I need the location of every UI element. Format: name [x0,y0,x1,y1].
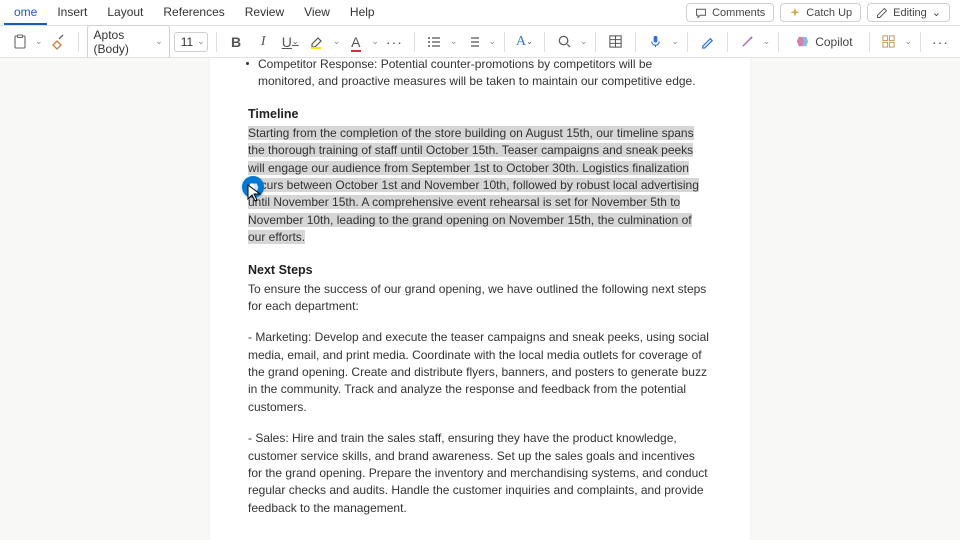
search-icon [557,34,572,49]
chevron-down-icon[interactable]: ⌄ [333,36,341,47]
separator [635,32,636,52]
heading-timeline[interactable]: Timeline [248,107,712,121]
designer-button[interactable] [736,29,759,55]
more-font-button[interactable]: ··· [383,29,406,55]
table-icon [608,34,623,49]
bold-button[interactable]: B [225,29,248,55]
bullet-item[interactable]: Competitor Response: Potential counter‑p… [248,58,712,91]
separator [544,32,545,52]
bullets-button[interactable] [423,29,446,55]
font-family-select[interactable]: Aptos (Body) ⌄ [87,25,170,59]
bullet-list-icon [426,34,442,50]
chevron-down-icon[interactable]: ⌄ [450,36,458,47]
separator [78,32,79,52]
tab-home[interactable]: ome [4,1,47,25]
tab-layout[interactable]: Layout [97,1,153,25]
copilot-floating-bubble[interactable] [242,176,264,198]
separator [778,32,779,52]
paragraph-timeline[interactable]: Starting from the completion of the stor… [248,125,712,247]
separator [595,32,596,52]
format-painter-button[interactable] [47,29,70,55]
chevron-down-icon[interactable]: ⌄ [904,36,912,47]
menu-bar: ome Insert Layout References Review View… [0,0,960,26]
font-color-button[interactable]: A [344,29,367,55]
chevron-down-icon[interactable]: ⌄ [671,36,679,47]
dictate-button[interactable] [644,29,667,55]
tab-help[interactable]: Help [340,1,385,25]
comments-button[interactable]: Comments [686,3,774,22]
document-page[interactable]: Competitor Response: Potential counter‑p… [210,58,750,540]
find-button[interactable] [553,29,576,55]
font-size-value: 11 [181,35,193,49]
editing-mode-button[interactable]: Editing ⌄ [867,3,950,22]
chevron-down-icon[interactable]: ⌄ [488,36,496,47]
italic-button[interactable]: I [252,29,275,55]
catchup-label: Catch Up [806,7,852,19]
copilot-icon [795,34,810,49]
paragraph-next-intro[interactable]: To ensure the success of our grand openi… [248,281,712,316]
bullet-text: Competitor Response: Potential counter‑p… [258,58,696,88]
clipboard-icon [12,34,28,50]
grid-icon [881,34,896,49]
numbered-list-icon [465,34,481,50]
highlight-color-button[interactable] [306,29,329,55]
copilot-label: Copilot [815,35,852,49]
chevron-down-icon: ⌄ [197,36,205,47]
more-toolbar-button[interactable]: ··· [929,29,952,55]
chevron-down-icon: ⌄ [155,36,163,47]
brush-icon [50,34,66,50]
table-button[interactable] [604,29,627,55]
separator [920,32,921,52]
menu-tabs: ome Insert Layout References Review View… [4,1,385,25]
comment-icon [695,7,707,19]
separator [687,32,688,52]
chevron-down-icon[interactable]: ⌄ [35,36,43,47]
sparkle-icon [789,7,801,19]
separator [504,32,505,52]
underline-button[interactable]: U ⌄ [279,29,302,55]
chevron-down-icon: ⌄ [932,6,941,19]
tab-insert[interactable]: Insert [47,1,97,25]
toolbar: ⌄ Aptos (Body) ⌄ 11 ⌄ B I U ⌄ ⌄ A ⌄ ··· … [0,26,960,58]
comments-label: Comments [712,7,765,19]
separator [414,32,415,52]
tab-review[interactable]: Review [235,1,294,25]
separator [216,32,217,52]
addins-button[interactable] [877,29,900,55]
document-canvas[interactable]: Competitor Response: Potential counter‑p… [0,58,960,540]
separator [869,32,870,52]
numbering-button[interactable] [461,29,484,55]
menu-right-actions: Comments Catch Up Editing ⌄ [686,3,956,22]
chevron-down-icon[interactable]: ⌄ [763,36,771,47]
copilot-button[interactable]: Copilot [787,32,860,51]
chevron-down-icon[interactable]: ⌄ [371,36,379,47]
editor-button[interactable] [696,29,719,55]
paragraph-marketing[interactable]: - Marketing: Develop and execute the tea… [248,329,712,416]
catchup-button[interactable]: Catch Up [780,3,861,22]
highlighter-icon [309,34,325,50]
editor-pen-icon [700,34,715,49]
chevron-down-icon[interactable]: ⌄ [580,36,588,47]
selected-text: Starting from the completion of the stor… [248,126,699,244]
editing-label: Editing [893,7,927,19]
wand-icon [740,34,755,49]
heading-next-steps[interactable]: Next Steps [248,263,712,277]
font-size-select[interactable]: 11 ⌄ [174,32,208,52]
mouse-cursor-icon [247,184,263,204]
tab-view[interactable]: View [294,1,340,25]
styles-button[interactable]: A⌄ [513,29,536,55]
pencil-icon [876,7,888,19]
separator [727,32,728,52]
paste-button[interactable] [8,29,31,55]
microphone-icon [648,34,663,49]
paragraph-sales[interactable]: - Sales: Hire and train the sales staff,… [248,430,712,517]
bullet-dot-icon [246,62,249,65]
tab-references[interactable]: References [153,1,234,25]
font-family-value: Aptos (Body) [94,28,152,56]
